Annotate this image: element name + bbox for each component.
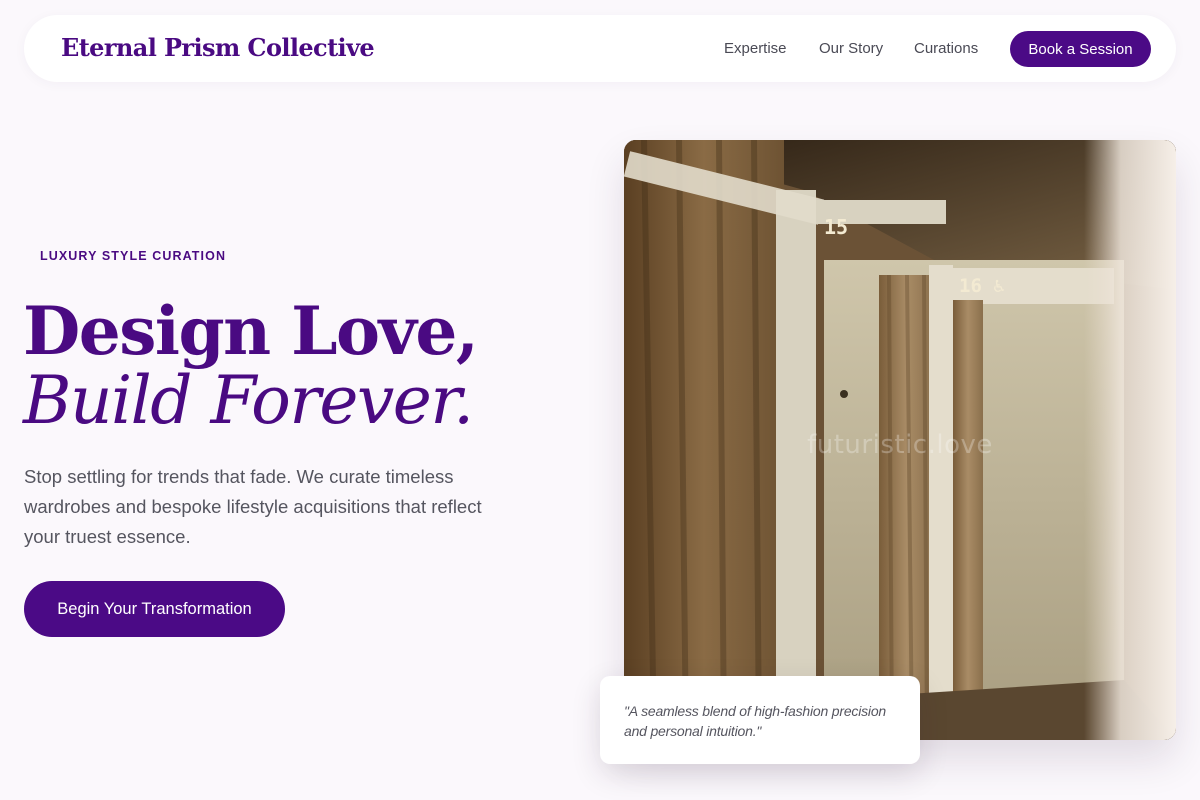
nav-link-our-story[interactable]: Our Story: [819, 40, 883, 57]
hero-headline-line2: Build Forever.: [23, 362, 474, 439]
room-sign-16: 16 ♿: [959, 275, 1005, 297]
hero-description: Stop settling for trends that fade. We c…: [24, 466, 482, 547]
watermark-text: futuristic.love: [807, 430, 993, 460]
nav-link-expertise[interactable]: Expertise: [724, 40, 787, 57]
hero-eyebrow: LUXURY STYLE CURATION: [40, 249, 227, 263]
nav-link-curations[interactable]: Curations: [914, 40, 978, 57]
hero-headline-line1: Design Love,: [23, 292, 479, 370]
testimonial-quote: "A seamless blend of high-fashion precis…: [624, 703, 887, 739]
site-header: Eternal Prism Collective Expertise Our S…: [24, 15, 1176, 82]
book-session-button[interactable]: Book a Session: [1010, 31, 1151, 67]
room-sign-15: 15: [824, 215, 848, 239]
begin-transformation-button[interactable]: Begin Your Transformation: [24, 581, 285, 637]
testimonial-quote-card: "A seamless blend of high-fashion precis…: [600, 676, 920, 764]
hero-photo-fitting-rooms: 15 16 ♿ futuristic.love: [624, 140, 1176, 740]
brand-logo-text[interactable]: Eternal Prism Collective: [61, 33, 375, 62]
